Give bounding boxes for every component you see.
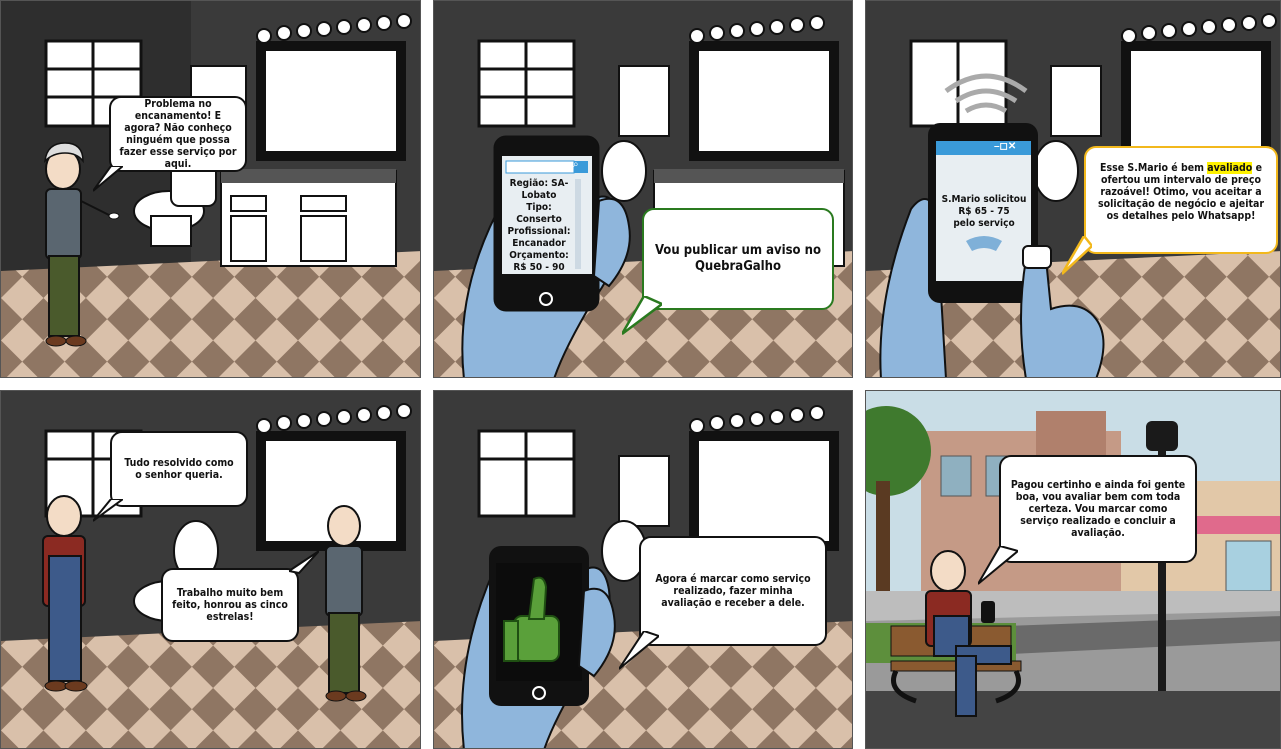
bubble-text-pre: Esse (1100, 162, 1128, 174)
listing-line: Profissional: (507, 226, 571, 237)
listing-line: Região: SA- (509, 178, 569, 189)
speech-bubble: Pagou certinho e ainda foi gente boa, vo… (999, 455, 1197, 563)
speech-bubble-top: Tudo resolvido como o senhor queria. (110, 431, 248, 507)
bubble-tail (93, 166, 123, 192)
phone-listing: Região: SA- Lobato Tipo: Conserto Profis… (505, 178, 573, 270)
speech-bubble: Esse S.Mario é bem avaliado e ofertou um… (1084, 146, 1278, 254)
listing-line: Conserto (516, 214, 562, 225)
comic-panel-6: Pagou certinho e ainda foi gente boa, vo… (865, 390, 1281, 749)
street-scene (866, 391, 1280, 748)
comic-panel-1: Problema no encanamento! E agora? Não co… (0, 0, 421, 378)
bubble-name: S.Mario (1127, 162, 1168, 174)
bubble-tail (978, 546, 1018, 585)
speech-bubble-bottom: Trabalho muito bem feito, honrou as cinc… (161, 568, 299, 642)
listing-line: R$ 50 - 90 (513, 262, 565, 270)
offer-price: R$ 65 - 75 (958, 206, 1010, 217)
offer-text: S.Mario solicitou R$ 65 - 75 pelo serviç… (938, 194, 1030, 230)
highlighted-word: avaliado (1207, 162, 1253, 174)
bubble-tail (289, 551, 319, 575)
comic-panel-2: Vou publicar um aviso no QuebraGalho (433, 0, 853, 378)
comic-panel-3: –◻✕ S.Mario solicitou R$ 65 - 75 pelo se… (865, 0, 1281, 378)
speech-bubble: Problema no encanamento! E agora? Não co… (109, 96, 247, 172)
listing-line: Tipo: (526, 202, 552, 213)
bubble-tail (1062, 236, 1092, 275)
comic-panel-5: Agora é marcar como serviço realizado, f… (433, 390, 853, 749)
bubble-text-mid: é bem (1167, 162, 1208, 174)
offer-for: pelo serviço (953, 218, 1015, 229)
listing-line: Lobato (521, 190, 557, 201)
speech-bubble: Vou publicar um aviso no QuebraGalho (642, 208, 834, 310)
window-controls[interactable]: –◻✕ (994, 141, 1016, 152)
offer-verb: solicitou (980, 194, 1027, 205)
bubble-tail (93, 499, 123, 522)
speech-bubble: Agora é marcar como serviço realizado, f… (639, 536, 827, 646)
bubble-tail (619, 631, 659, 670)
search-icon[interactable]: ⌕ (573, 159, 579, 170)
bubble-tail (622, 296, 662, 335)
provider-name: S.Mario (941, 194, 981, 205)
listing-line: Encanador (512, 238, 566, 249)
bathroom-scene (1, 1, 420, 377)
listing-line: Orçamento: (509, 250, 569, 261)
comic-panel-4: Tudo resolvido como o senhor queria. Tra… (0, 390, 421, 749)
